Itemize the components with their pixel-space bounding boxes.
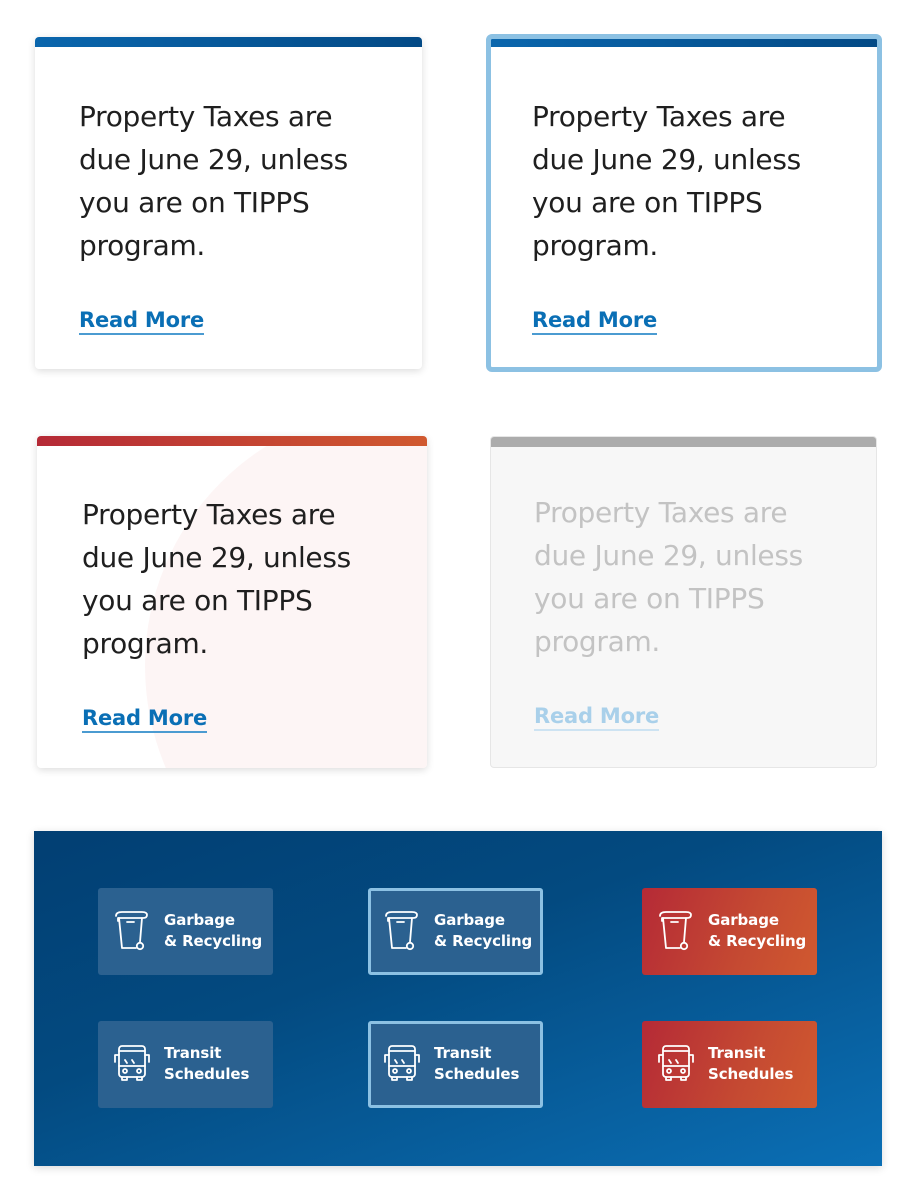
card-text: Property Taxes are due June 29, unless y… [534, 496, 803, 658]
transit-schedules-tile-focus[interactable]: Transit Schedules [368, 1021, 543, 1108]
read-more-link-disabled: Read More [534, 703, 659, 731]
garbage-recycling-tile-hover[interactable]: Garbage & Recycling [642, 888, 817, 975]
trash-bin-icon [385, 911, 418, 951]
read-more-link[interactable]: Read More [82, 705, 207, 733]
bus-icon [384, 1045, 420, 1081]
bus-icon [658, 1045, 694, 1081]
tile-label: Garbage & Recycling [434, 911, 533, 950]
card-accent-bar [491, 437, 876, 447]
tile-label: Garbage & Recycling [164, 911, 263, 950]
info-card-default: Property Taxes are due June 29, unless y… [35, 37, 422, 369]
card-accent-bar [35, 37, 422, 47]
card-text: Property Taxes are due June 29, unless y… [79, 100, 348, 262]
quick-links-panel: Garbage & Recycling Garbage & Recycling … [34, 831, 882, 1166]
tile-label: Transit Schedules [434, 1044, 520, 1083]
info-card-disabled: Property Taxes are due June 29, unless y… [490, 436, 877, 768]
info-card-hover: Property Taxes are due June 29, unless y… [37, 436, 427, 768]
card-text: Property Taxes are due June 29, unless y… [82, 498, 351, 660]
card-accent-bar [37, 436, 427, 446]
garbage-recycling-tile-default[interactable]: Garbage & Recycling [98, 888, 273, 975]
read-more-link[interactable]: Read More [79, 307, 204, 335]
transit-schedules-tile-hover[interactable]: Transit Schedules [642, 1021, 817, 1108]
transit-schedules-tile-default[interactable]: Transit Schedules [98, 1021, 273, 1108]
bus-icon [114, 1045, 150, 1081]
info-card-focus: Property Taxes are due June 29, unless y… [486, 34, 882, 372]
tile-label: Transit Schedules [164, 1044, 250, 1083]
read-more-link[interactable]: Read More [532, 307, 657, 335]
tile-label: Garbage & Recycling [708, 911, 807, 950]
card-text: Property Taxes are due June 29, unless y… [532, 100, 801, 262]
garbage-recycling-tile-focus[interactable]: Garbage & Recycling [368, 888, 543, 975]
trash-bin-icon [659, 911, 692, 951]
card-accent-bar [491, 39, 877, 47]
trash-bin-icon [115, 911, 148, 951]
tile-label: Transit Schedules [708, 1044, 794, 1083]
